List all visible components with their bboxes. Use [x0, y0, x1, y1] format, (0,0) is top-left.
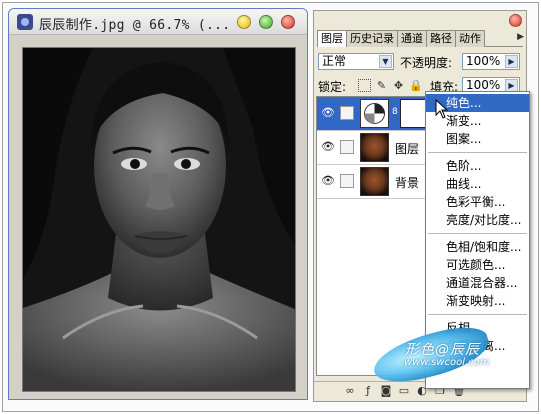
eye-visibility-icon[interactable]: 👁 — [321, 175, 335, 187]
add-mask-icon[interactable]: ◙ — [380, 385, 392, 397]
tab-channels[interactable]: 通道 — [397, 30, 427, 47]
menu-separator — [428, 314, 527, 315]
close-button[interactable] — [281, 15, 295, 29]
palette-title-bar[interactable] — [314, 11, 526, 29]
menu-item-hue-saturation[interactable]: 色相/饱和度... — [426, 238, 529, 256]
tab-layers[interactable]: 图层 — [317, 30, 347, 47]
layer-link-box[interactable] — [340, 174, 354, 188]
opacity-label: 不透明度: — [400, 56, 453, 70]
menu-separator — [428, 152, 527, 153]
maximize-button[interactable] — [259, 15, 273, 29]
menu-item-gradient-map[interactable]: 渐变映射... — [426, 292, 529, 310]
tab-actions[interactable]: 动作 — [455, 30, 485, 47]
portrait-photo — [23, 48, 295, 391]
mask-link-icon[interactable]: 8 — [392, 107, 398, 117]
menu-item-selective-color[interactable]: 可选颜色... — [426, 256, 529, 274]
document-title-bar[interactable]: 辰辰制作.jpg @ 66.7% (... — [9, 9, 307, 35]
adjustment-circle-icon — [364, 103, 385, 124]
document-title: 辰辰制作.jpg @ 66.7% (... — [39, 18, 231, 33]
layer-link-box[interactable] — [340, 140, 354, 154]
document-window: 辰辰制作.jpg @ 66.7% (... — [8, 8, 308, 400]
layer-name: 背景 — [395, 176, 420, 190]
opacity-input[interactable]: 100% ▶ — [462, 53, 520, 70]
lock-all-icon[interactable]: 🔒 — [409, 79, 423, 92]
layer-name: 图层 — [395, 142, 420, 156]
layer-style-icon[interactable]: ƒ — [362, 385, 374, 397]
tab-paths[interactable]: 路径 — [426, 30, 456, 47]
link-layers-icon[interactable]: ∞ — [344, 385, 356, 397]
menu-item-brightness-contrast[interactable]: 亮度/对比度... — [426, 211, 529, 229]
lock-image-pixels-icon[interactable]: ✎ — [375, 79, 388, 92]
menu-item-pattern[interactable]: 图案... — [426, 130, 529, 148]
layer-link-box[interactable] — [340, 106, 354, 120]
adjustment-layer-thumbnail — [360, 99, 389, 128]
watermark-title: 形色@辰辰 — [405, 342, 480, 358]
image-canvas[interactable] — [22, 47, 296, 392]
eye-visibility-icon[interactable]: 👁 — [321, 141, 335, 153]
photoshop-document-icon — [17, 14, 33, 30]
blend-mode-value: 正常 — [322, 54, 347, 68]
menu-separator — [428, 233, 527, 234]
palette-menu-arrow-icon[interactable]: ▶ — [517, 32, 524, 42]
chevron-right-icon: ▶ — [505, 55, 518, 68]
menu-item-levels[interactable]: 色阶... — [426, 157, 529, 175]
watermark-url: www.swcool.com — [404, 357, 490, 368]
fill-value: 100% — [466, 78, 501, 92]
lock-label: 锁定: — [318, 80, 347, 94]
lock-icons: ✎ ✥ 🔒 — [358, 79, 423, 92]
layer-thumbnail — [360, 133, 389, 162]
lock-position-icon[interactable]: ✥ — [392, 79, 405, 92]
opacity-value: 100% — [466, 54, 501, 68]
background-thumbnail — [360, 167, 389, 196]
menu-item-channel-mixer[interactable]: 通道混合器... — [426, 274, 529, 292]
blend-mode-select[interactable]: 正常 ▼ — [318, 53, 394, 70]
minimize-button[interactable] — [237, 15, 251, 29]
mouse-cursor-icon — [435, 99, 449, 119]
new-group-icon[interactable]: ▭ — [398, 385, 410, 397]
lock-transparent-pixels-icon[interactable] — [358, 79, 371, 92]
menu-item-color-balance[interactable]: 色彩平衡... — [426, 193, 529, 211]
tab-history[interactable]: 历史记录 — [346, 30, 398, 47]
menu-item-curves[interactable]: 曲线... — [426, 175, 529, 193]
chevron-down-icon: ▼ — [379, 55, 392, 68]
eye-visibility-icon[interactable]: 👁 — [321, 107, 335, 119]
palette-tabs: 图层 历史记录 通道 路径 动作 — [317, 30, 523, 47]
palette-close-button[interactable] — [509, 14, 522, 27]
